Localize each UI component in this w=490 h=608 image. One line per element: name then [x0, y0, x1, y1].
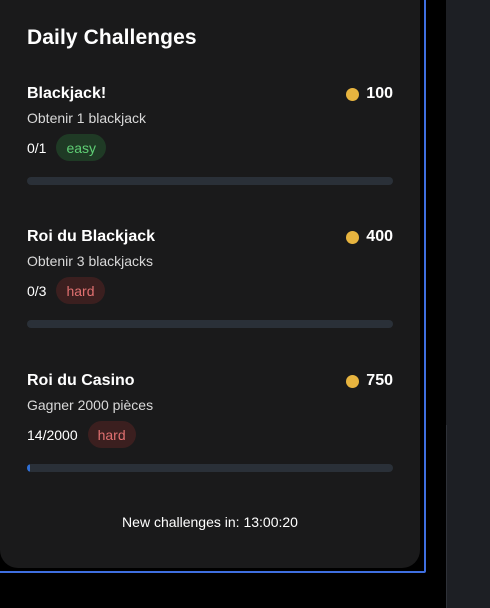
side-divider: [446, 425, 447, 608]
focus-outline: [0, 0, 426, 573]
page: Daily Challenges Blackjack! 100 Obtenir …: [0, 0, 490, 608]
side-panel: [446, 0, 490, 608]
